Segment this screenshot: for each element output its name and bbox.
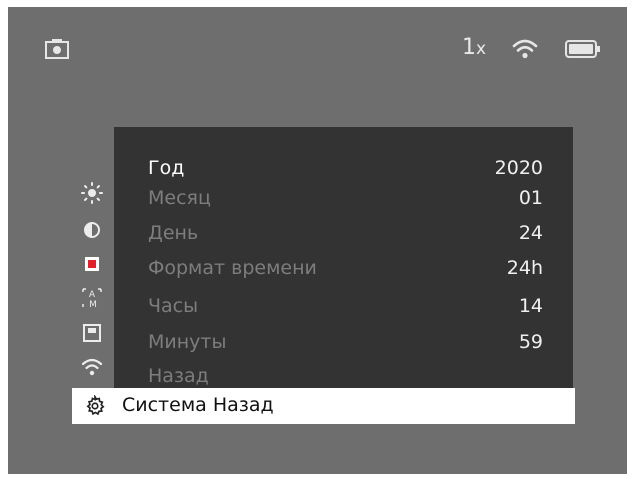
row-label: Месяц (148, 187, 211, 209)
menu-row-minutes[interactable]: Минуты 59 (148, 325, 543, 359)
wifi-icon (512, 39, 538, 59)
camera-icon (45, 39, 69, 59)
row-label: Минуты (148, 331, 227, 353)
date-time-submenu: Год 2020 Месяц 01 День 24 Формат времени… (114, 127, 573, 393)
system-menu-item[interactable]: Система Назад (72, 388, 575, 424)
contrast-icon[interactable] (80, 218, 104, 242)
zoom-level: 1x (462, 35, 486, 60)
zoom-unit: x (476, 39, 487, 59)
gear-icon (86, 395, 105, 416)
row-value: 24 (518, 222, 543, 244)
battery-icon (565, 40, 600, 58)
device-screen: 1x Год 2020 Месяц 01 День 24 Формат врем… (8, 7, 627, 474)
menu-row-time-format[interactable]: Формат времени 24h (148, 251, 543, 285)
svg-text:A: A (89, 290, 96, 300)
menu-row-year[interactable]: Год 2020 (148, 151, 543, 185)
auto-mode-icon[interactable]: A M (80, 286, 104, 310)
save-icon[interactable] (80, 321, 104, 345)
row-label: Часы (148, 295, 199, 317)
row-value: 24h (506, 257, 543, 279)
row-value: 59 (518, 331, 543, 353)
row-label: Назад (148, 365, 209, 387)
row-value: 2020 (494, 157, 543, 179)
row-value: 14 (518, 295, 543, 317)
menu-row-month[interactable]: Месяц 01 (148, 181, 543, 215)
row-label: День (148, 222, 199, 244)
menu-row-hours[interactable]: Часы 14 (148, 289, 543, 323)
system-menu-label: Система Назад (122, 394, 274, 416)
brightness-icon[interactable] (80, 181, 104, 205)
row-label: Год (148, 157, 185, 179)
row-value: 01 (518, 187, 543, 209)
svg-text:M: M (89, 300, 97, 310)
zoom-value: 1 (462, 35, 476, 60)
row-label: Формат времени (148, 257, 317, 279)
wifi-icon[interactable] (80, 355, 104, 379)
menu-row-day[interactable]: День 24 (148, 216, 543, 250)
record-icon[interactable] (80, 252, 104, 276)
